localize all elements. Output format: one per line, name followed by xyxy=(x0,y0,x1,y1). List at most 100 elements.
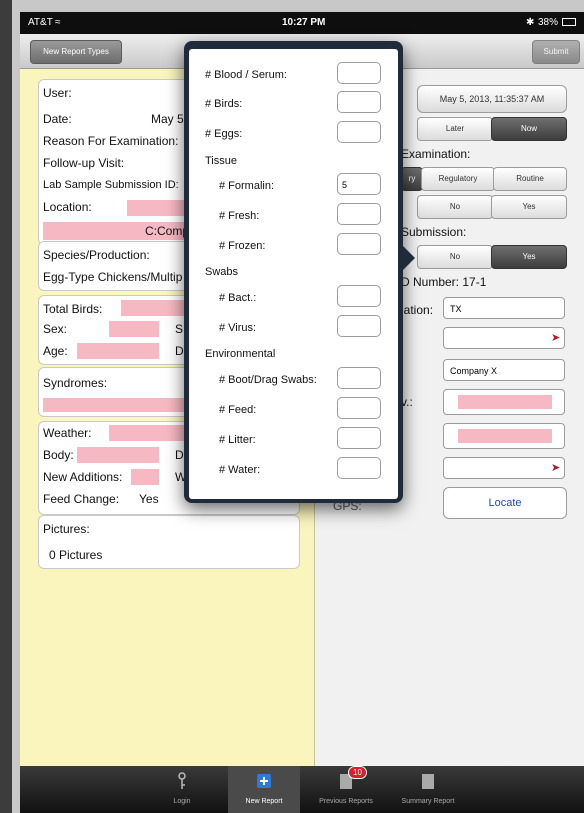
state-input[interactable]: TX xyxy=(443,297,565,319)
pink-field-1-fill xyxy=(458,395,552,409)
clock: 10:27 PM xyxy=(282,17,326,28)
feed-label: # Feed: xyxy=(219,404,257,416)
reason-label[interactable]: Reason For Examination: xyxy=(43,134,178,148)
new-additions-label: New Additions: xyxy=(43,470,123,484)
swabs-heading: Swabs xyxy=(205,266,239,278)
wifi-icon: ≈ xyxy=(55,17,61,28)
summary-document-icon xyxy=(420,772,436,790)
key-icon xyxy=(174,772,190,790)
water-label: # Water: xyxy=(219,464,261,476)
age-field[interactable] xyxy=(77,343,159,359)
exam-option-1[interactable]: ry xyxy=(401,167,423,191)
tissue-heading: Tissue xyxy=(205,155,237,167)
dropdown-arrow-icon[interactable]: ➤ xyxy=(551,331,560,344)
back-button[interactable]: New Report Types xyxy=(30,40,122,64)
popover-content: # Blood / Serum: # Birds: # Eggs: Tissue… xyxy=(189,49,398,499)
water-input[interactable] xyxy=(337,457,381,479)
syndromes-label: Syndromes: xyxy=(43,376,108,390)
state-label: iation: xyxy=(401,303,434,317)
birds-input[interactable] xyxy=(337,91,381,113)
tab-bar: Login New Report 10 Previous Reports Sum… xyxy=(20,766,584,813)
id-number-label: D Number: 17-1 xyxy=(401,275,487,289)
birds-label: # Birds: xyxy=(205,98,243,110)
eggs-label: # Eggs: xyxy=(205,128,243,140)
age-label: Age: xyxy=(43,344,68,358)
pink-field-2[interactable] xyxy=(443,423,565,449)
exam-option-routine[interactable]: Routine xyxy=(493,167,567,191)
date-picker-button[interactable]: May 5, 2013, 11:35:37 AM xyxy=(417,85,567,113)
sex-field[interactable] xyxy=(109,321,159,337)
no-button-2[interactable]: No xyxy=(417,245,493,269)
submit-button[interactable]: Submit xyxy=(532,40,580,64)
battery-percent: 38% xyxy=(538,17,559,28)
tab-new-report[interactable]: New Report xyxy=(228,766,300,813)
pink-field-2-fill xyxy=(458,429,552,443)
species-value[interactable]: Egg-Type Chickens/Multip xyxy=(43,270,182,284)
boot-drag-swabs-label: # Boot/Drag Swabs: xyxy=(219,374,317,386)
lab-submission-label[interactable]: Lab Sample Submission ID: xyxy=(43,179,179,191)
now-button[interactable]: Now xyxy=(491,117,567,141)
formalin-label: # Formalin: xyxy=(219,180,275,192)
no-button-1[interactable]: No xyxy=(417,195,493,219)
exam-option-regulatory[interactable]: Regulatory xyxy=(421,167,495,191)
dropdown-field-2[interactable] xyxy=(443,457,565,479)
battery-icon xyxy=(562,18,576,26)
location-value: C:Comp xyxy=(145,224,190,238)
user-label: User: xyxy=(43,86,72,100)
submission-label: Submission: xyxy=(401,225,467,239)
body-field[interactable] xyxy=(77,447,159,463)
species-label: Species/Production: xyxy=(43,248,150,262)
tab-summary-report[interactable]: Summary Report xyxy=(392,766,464,813)
date-value[interactable]: May 5 xyxy=(151,112,184,126)
popover-arrow xyxy=(403,246,415,270)
blood-serum-input[interactable] xyxy=(337,62,381,84)
virus-input[interactable] xyxy=(337,315,381,337)
locate-button[interactable]: Locate xyxy=(443,487,567,519)
eggs-input[interactable] xyxy=(337,121,381,143)
frozen-input[interactable] xyxy=(337,233,381,255)
feed-change-value[interactable]: Yes xyxy=(139,492,159,506)
later-button[interactable]: Later xyxy=(417,117,493,141)
dropdown-field-1[interactable] xyxy=(443,327,565,349)
yes-button-2[interactable]: Yes xyxy=(491,245,567,269)
tab-login-label: Login xyxy=(173,798,191,805)
boot-drag-swabs-input[interactable] xyxy=(337,367,381,389)
company-field[interactable]: Company X xyxy=(443,359,565,381)
bact-label: # Bact.: xyxy=(219,292,257,304)
sex-label: Sex: xyxy=(43,322,68,336)
pink-field-1[interactable] xyxy=(443,389,565,415)
formalin-input[interactable]: 5 xyxy=(337,173,381,195)
tab-login[interactable]: Login xyxy=(146,766,218,813)
tab-new-report-label: New Report xyxy=(245,798,283,805)
age-right-label: D xyxy=(175,344,184,358)
fresh-input[interactable] xyxy=(337,203,381,225)
new-report-icon xyxy=(256,772,272,790)
bact-input[interactable] xyxy=(337,285,381,307)
environmental-heading: Environmental xyxy=(205,348,276,360)
previous-reports-badge: 10 xyxy=(348,766,367,779)
dropdown-arrow-icon-2[interactable]: ➤ xyxy=(551,461,560,474)
frozen-label: # Frozen: xyxy=(219,240,266,252)
feed-input[interactable] xyxy=(337,397,381,419)
virus-label: # Virus: xyxy=(219,322,257,334)
blood-serum-label: # Blood / Serum: xyxy=(205,69,287,81)
body-right-label: D xyxy=(175,448,184,462)
tab-previous-reports-label: Previous Reports xyxy=(319,798,373,805)
bluetooth-icon: ✱ xyxy=(526,17,535,28)
yes-button-1[interactable]: Yes xyxy=(491,195,567,219)
tab-previous-reports[interactable]: 10 Previous Reports xyxy=(310,766,382,813)
pictures-label: Pictures: xyxy=(43,522,90,536)
sex-right-label: S xyxy=(175,322,184,336)
litter-input[interactable] xyxy=(337,427,381,449)
examination-label: Examination: xyxy=(401,147,471,161)
pictures-group: Pictures: 0 Pictures xyxy=(38,515,300,569)
body-label: Body: xyxy=(43,448,74,462)
weather-field[interactable] xyxy=(109,425,189,441)
status-bar: AT&T ≈ 10:27 PM ✱ 38% xyxy=(20,12,584,34)
followup-label[interactable]: Follow-up Visit: xyxy=(43,156,124,170)
new-additions-field[interactable] xyxy=(131,469,159,485)
sample-popover: # Blood / Serum: # Birds: # Eggs: Tissue… xyxy=(184,41,403,503)
carrier-label: AT&T xyxy=(28,17,53,28)
pictures-count[interactable]: 0 Pictures xyxy=(49,548,102,562)
location-label: Location: xyxy=(43,200,92,214)
